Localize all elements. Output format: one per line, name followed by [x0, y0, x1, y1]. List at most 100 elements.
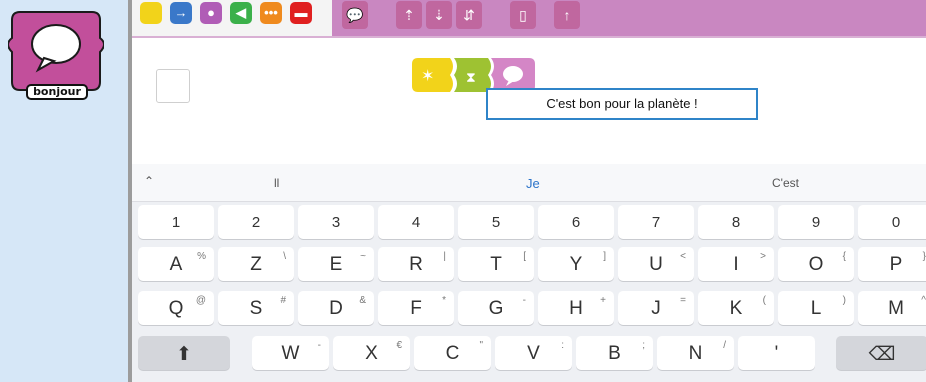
key-z[interactable]: Z \ [218, 247, 294, 281]
key-label: 7 [651, 214, 661, 231]
show-block[interactable]: ↑ [554, 1, 580, 29]
key-alt-label: @ [195, 295, 206, 306]
suggestion-center[interactable]: Je [526, 176, 540, 191]
key-v[interactable]: V: [495, 336, 572, 370]
key-1[interactable]: 1 [138, 205, 214, 239]
key-label: 2 [251, 214, 261, 231]
key-o[interactable]: O{ [778, 247, 854, 281]
suggestion-bar: ⌃ ll Je C'est [132, 164, 926, 202]
key-p[interactable]: P} [858, 247, 926, 281]
key-label: P [889, 254, 903, 275]
key-label: 9 [811, 214, 821, 231]
key-alt-label: ] [603, 251, 606, 262]
category-triggers-button[interactable] [140, 2, 162, 24]
key-h[interactable]: H + [538, 291, 614, 325]
wait-icon[interactable]: ⧗ [452, 58, 492, 92]
key-alt-label: ( [762, 295, 766, 306]
key-u[interactable]: U < [618, 247, 694, 281]
script-canvas[interactable]: ✶ ⧗ C'est bon pour la planète ! [132, 38, 926, 164]
key-b[interactable]: B; [576, 336, 653, 370]
category-looks-button[interactable]: ● [200, 2, 222, 24]
say-block[interactable]: 💬 [342, 1, 368, 29]
key-0[interactable]: 0 [858, 205, 926, 239]
suggestion-left[interactable]: ll [274, 176, 279, 190]
backspace-key[interactable]: ⌫ [836, 336, 926, 370]
key-q[interactable]: Q @ [138, 291, 214, 325]
shift-key[interactable]: ⬆ [138, 336, 230, 370]
key-m[interactable]: M ^ [858, 291, 926, 325]
key-6[interactable]: 6 [538, 205, 614, 239]
key-4[interactable]: 4 [378, 205, 454, 239]
show-icon: ↑ [563, 7, 571, 23]
reset-size-icon: ⇵ [463, 7, 475, 23]
key-r[interactable]: R | [378, 247, 454, 281]
key-alt-label: & [359, 295, 366, 306]
key-d[interactable]: D & [298, 291, 374, 325]
letter-row-1: A% Z \ E ~ R | T[Y] U < I > O{P} [132, 247, 926, 283]
grow-icon: ⇡ [403, 7, 415, 23]
key-alt-label: ~ [360, 251, 366, 262]
key-9[interactable]: 9 [778, 205, 854, 239]
letter-row-3: ⬆ ⌫ W - X € C " V: B; N / ' [132, 336, 926, 372]
suggestion-right[interactable]: C'est [772, 176, 799, 190]
key-label: 5 [491, 214, 501, 231]
key-alt-label: % [197, 251, 206, 262]
svg-text:✶: ✶ [421, 68, 434, 85]
key-2[interactable]: 2 [218, 205, 294, 239]
shrink-block[interactable]: ⇣ [426, 1, 452, 29]
key-a[interactable]: A% [138, 247, 214, 281]
key-t[interactable]: T[ [458, 247, 534, 281]
key-g[interactable]: G- [458, 291, 534, 325]
reset-size-block[interactable]: ⇵ [456, 1, 482, 29]
letter-row-2: Q @ S # D & F * G - H + J = K(L) M ^ [132, 291, 926, 327]
key-alt-label: - [317, 340, 321, 351]
key-8[interactable]: 8 [698, 205, 774, 239]
key-7[interactable]: 7 [618, 205, 694, 239]
key-alt-label: - [522, 295, 526, 306]
category-motion-button[interactable]: → [170, 2, 192, 24]
svg-text:⧗: ⧗ [466, 69, 476, 85]
shrink-icon: ⇣ [433, 7, 445, 23]
category-end-button[interactable]: ▬ [290, 2, 312, 24]
key-f[interactable]: F * [378, 291, 454, 325]
palette-blocks-area: 💬 ⇡ ⇣ ⇵ ▯ ↑ [332, 0, 926, 36]
key-x[interactable]: X € [333, 336, 410, 370]
shift-icon: ⬆ [176, 344, 192, 365]
checkbox[interactable] [156, 69, 190, 103]
key-i[interactable]: I > [698, 247, 774, 281]
grow-block[interactable]: ⇡ [396, 1, 422, 29]
category-control-button[interactable]: ••• [260, 2, 282, 24]
key-alt-label: : [561, 340, 564, 351]
key-y[interactable]: Y] [538, 247, 614, 281]
key-label: ' [774, 343, 779, 364]
key-c[interactable]: C " [414, 336, 491, 370]
badge-label: bonjour [26, 84, 88, 100]
key-j[interactable]: J = [618, 291, 694, 325]
key-apostrophe[interactable]: ' [738, 336, 815, 370]
key-3[interactable]: 3 [298, 205, 374, 239]
expand-suggestions-icon[interactable]: ⌃ [144, 174, 154, 188]
key-label: 0 [891, 214, 901, 231]
key-alt-label: / [723, 340, 726, 351]
key-k[interactable]: K( [698, 291, 774, 325]
key-l[interactable]: L) [778, 291, 854, 325]
hide-block[interactable]: ▯ [510, 1, 536, 29]
badge-speech-block[interactable]: bonjour [7, 8, 105, 100]
key-alt-label: ^ [921, 295, 926, 306]
key-label: 3 [331, 214, 341, 231]
say-icon[interactable] [489, 58, 535, 92]
speech-text-input[interactable]: C'est bon pour la planète ! [486, 88, 758, 120]
key-n[interactable]: N / [657, 336, 734, 370]
key-5[interactable]: 5 [458, 205, 534, 239]
key-alt-label: [ [523, 251, 526, 262]
key-alt-label: > [760, 251, 766, 262]
start-on-bump-icon[interactable]: ✶ [412, 58, 454, 92]
key-s[interactable]: S # [218, 291, 294, 325]
key-alt-label: | [443, 251, 446, 262]
key-w[interactable]: W- [252, 336, 329, 370]
key-label: 1 [171, 214, 181, 231]
key-label: M [888, 298, 904, 319]
key-label: 8 [731, 214, 741, 231]
category-sound-button[interactable]: ◀ [230, 2, 252, 24]
key-e[interactable]: E ~ [298, 247, 374, 281]
